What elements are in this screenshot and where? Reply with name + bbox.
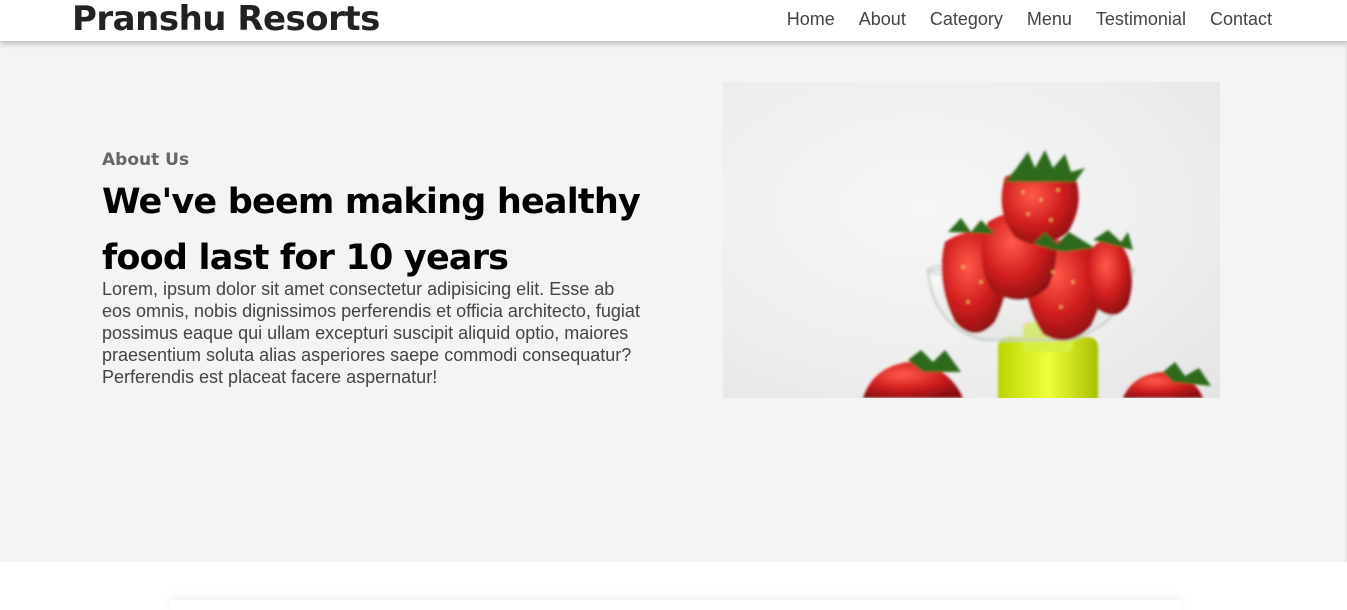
strawberry-bowl-image	[723, 82, 1220, 398]
about-text-block: About Us We've beem making healthy food …	[102, 148, 642, 388]
next-section-card	[170, 600, 1180, 610]
about-body-text: Lorem, ipsum dolor sit amet consectetur …	[102, 279, 640, 387]
site-logo[interactable]: Pranshu Resorts	[72, 0, 380, 41]
main-nav: Home About Category Menu Testimonial Con…	[787, 0, 1272, 38]
about-section: About Us We've beem making healthy food …	[0, 41, 1345, 562]
nav-link-contact[interactable]: Contact	[1210, 9, 1272, 30]
nav-link-category[interactable]: Category	[930, 9, 1003, 30]
nav-link-about[interactable]: About	[859, 9, 906, 30]
nav-link-testimonial[interactable]: Testimonial	[1096, 9, 1186, 30]
site-header: Pranshu Resorts Home About Category Menu…	[0, 0, 1347, 41]
about-eyebrow: About Us	[102, 150, 190, 170]
about-headline: We've beem making healthy food last for …	[102, 182, 641, 278]
nav-link-menu[interactable]: Menu	[1027, 9, 1072, 30]
nav-link-home[interactable]: Home	[787, 9, 835, 30]
